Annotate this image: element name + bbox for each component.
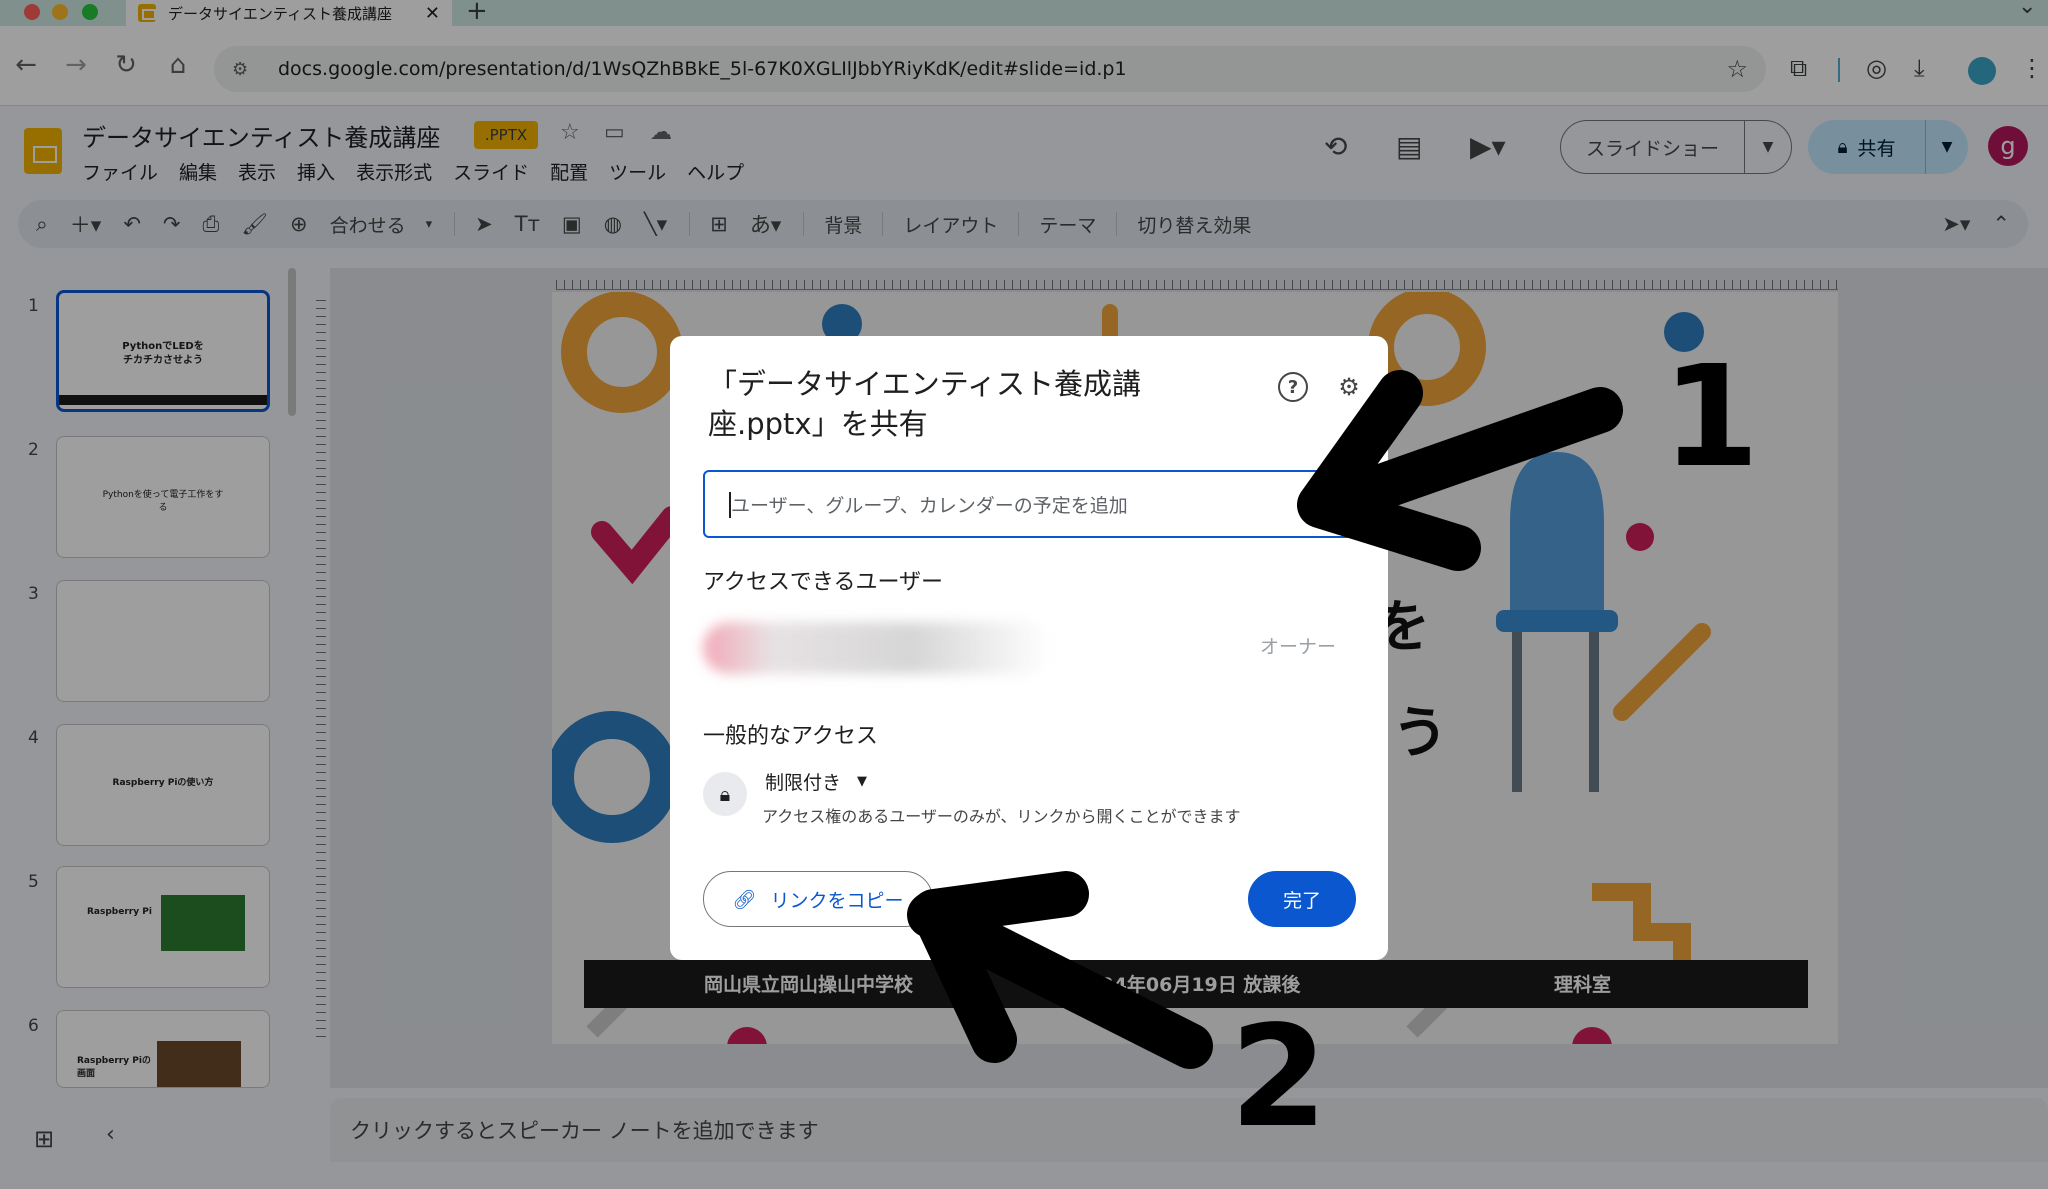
annotation-arrows xyxy=(907,370,1623,1069)
annotation-label-1: 1 xyxy=(1662,336,1760,499)
annotation-label-2: 2 xyxy=(1230,996,1328,1159)
